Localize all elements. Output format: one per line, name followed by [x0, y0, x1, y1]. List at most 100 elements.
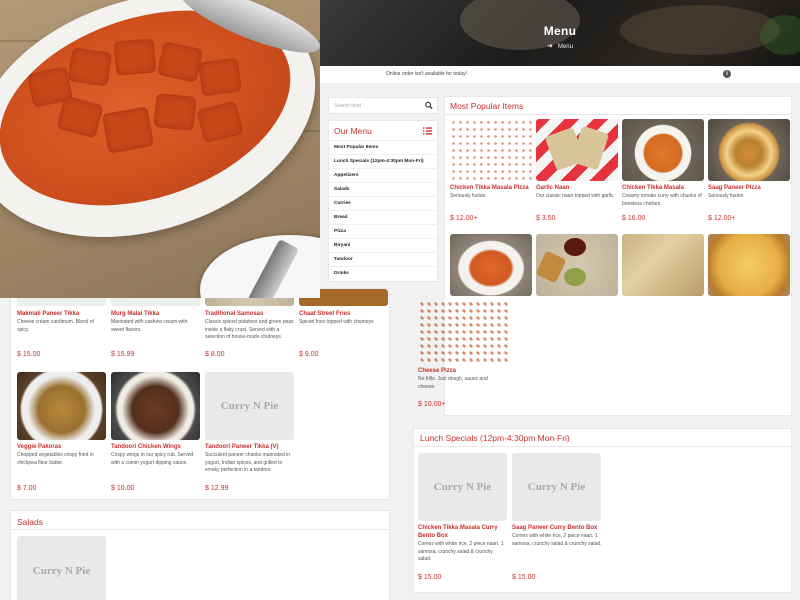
item-name[interactable]: Chicken Tikka Masala Pizza	[450, 184, 534, 192]
divider	[11, 529, 391, 530]
paneer-chunk	[197, 57, 243, 97]
item-desc: Comes with white rice, 2 piece naan, 1 s…	[512, 533, 602, 547]
item-name[interactable]: Veggie Pakoras	[17, 443, 105, 451]
item-name[interactable]: Chicken Tikka Masala Curry Bento Box	[418, 524, 508, 540]
item-image-placeholder[interactable]: Curry N Pie	[17, 536, 106, 600]
item-desc: Our classic naan topped with garlic	[536, 193, 614, 199]
menu-item-lunch-specials[interactable]: Lunch Specials (12pm-4:30pm Mon-Fri)	[329, 155, 437, 169]
category-menu: Our Menu Most Popular Items Lunch Specia…	[328, 120, 438, 282]
item-image-placeholder[interactable]: Curry N Pie	[205, 372, 294, 440]
item-desc: Chopped vegetables crispy fried in chick…	[17, 452, 94, 466]
arrow-right-icon: ➔	[547, 43, 553, 50]
list-icon[interactable]	[423, 127, 432, 135]
item-price: $ 3.50	[536, 215, 556, 222]
item-desc: Seriously fusion.	[708, 193, 745, 199]
item-name[interactable]: Cheese Pizza	[418, 367, 508, 375]
page: Makmali Paneer Tikka Cheese cream cardim…	[0, 0, 800, 600]
item-name[interactable]: Garlic Naan	[536, 184, 620, 192]
chutney-bowl	[564, 238, 586, 256]
item-price: $ 10.00	[111, 485, 135, 492]
lunch-specials-panel: Lunch Specials (12pm-4:30pm Mon-Fri) Cur…	[413, 428, 793, 593]
item-price: $ 7.00	[17, 485, 37, 492]
menu-header: Our Menu	[329, 121, 437, 141]
search-input[interactable]: Search food	[328, 97, 438, 114]
item-price: $ 9.00	[299, 351, 319, 358]
item-desc: Marinated with cashew cream with sweet f…	[111, 319, 188, 333]
item-price: $ 15.00	[17, 351, 41, 358]
item-image[interactable]	[111, 372, 200, 440]
search-icon[interactable]	[425, 101, 433, 110]
paneer-chunk	[113, 38, 157, 76]
item-price: $ 12.00+	[708, 215, 736, 222]
item-image[interactable]	[450, 234, 532, 296]
item-desc: Classic spiced potatoes and green peas i…	[205, 319, 294, 340]
item-desc: No frills. Just dough, sauce and cheese.	[418, 376, 488, 390]
appetizers-panel: Makmali Paneer Tikka Cheese cream cardim…	[10, 288, 390, 500]
salads-panel: Salads Curry N Pie	[10, 510, 391, 600]
item-price: $ 10.00+	[418, 401, 446, 408]
naan-piece	[570, 125, 610, 171]
item-name[interactable]: Chaat Street Fries	[299, 310, 387, 318]
item-price: $ 8.00	[205, 351, 225, 358]
item-image[interactable]	[450, 119, 532, 181]
divider	[414, 446, 793, 447]
menu-item-curries[interactable]: Curries	[329, 197, 437, 211]
item-price: $ 12.99	[205, 485, 229, 492]
notice-text: Online order isn't available for today!	[386, 71, 467, 77]
section-title: Salads	[17, 517, 43, 527]
item-image[interactable]	[708, 234, 790, 296]
item-image[interactable]	[17, 372, 106, 440]
menu-item-appetizers[interactable]: Appetizers	[329, 169, 437, 183]
item-name[interactable]: Makmali Paneer Tikka	[17, 310, 105, 318]
item-desc: Seriously fusion.	[450, 193, 487, 199]
menu-item-tandoor[interactable]: Tandoor	[329, 253, 437, 267]
paneer-chunk	[67, 47, 113, 87]
item-desc: Comes with white rice, 2 piece naan, 1 s…	[418, 541, 504, 562]
item-image[interactable]	[622, 234, 704, 296]
item-image[interactable]	[708, 119, 790, 181]
notice-bar: Online order isn't available for today! …	[320, 66, 800, 84]
divider	[445, 114, 793, 115]
paneer-chunk	[153, 93, 197, 131]
item-desc: Cheese cream cardimum. Blend of spicy.	[17, 319, 94, 333]
hero-food-photo	[0, 0, 320, 298]
item-image[interactable]	[536, 119, 618, 181]
page-title: Menu	[543, 24, 577, 38]
menu-item-most-popular[interactable]: Most Popular Items	[329, 141, 437, 155]
paneer-chunk	[101, 106, 155, 154]
item-image[interactable]	[536, 234, 618, 296]
item-price: $ 15.00	[418, 574, 442, 581]
menu-item-biryani[interactable]: Biryani	[329, 239, 437, 253]
item-desc: Succulent paneer chunks marinated in yog…	[205, 452, 291, 473]
header-banner: Menu ➔ Menu	[320, 0, 800, 66]
item-image[interactable]	[418, 300, 507, 364]
menu-item-salads[interactable]: Salads	[329, 183, 437, 197]
menu-item-drinks[interactable]: Drinks	[329, 267, 437, 281]
item-image[interactable]	[622, 119, 704, 181]
item-desc: Spiced fries topped with chutneys	[299, 319, 374, 325]
search-placeholder: Search food	[334, 103, 361, 109]
item-name[interactable]: Saag Paneer Curry Bento Box	[512, 524, 602, 532]
item-name[interactable]: Traditional Samosas	[205, 310, 293, 318]
item-name[interactable]: Saag Paneer Pizza	[708, 184, 792, 192]
item-name[interactable]: Chicken Tikka Masala	[622, 184, 706, 192]
breadcrumb: ➔ Menu	[320, 42, 800, 50]
item-price: $ 15.99	[111, 351, 135, 358]
info-icon[interactable]: i	[723, 70, 731, 78]
menu-item-bread[interactable]: Bread	[329, 211, 437, 225]
item-image-placeholder[interactable]: Curry N Pie	[418, 453, 507, 521]
item-desc: Creamy tomato curry with chunks of bonel…	[622, 193, 702, 207]
item-name[interactable]: Tandoori Chicken Wings	[111, 443, 199, 451]
section-title: Most Popular Items	[450, 101, 524, 111]
item-name[interactable]: Murg Malai Tikka	[111, 310, 199, 318]
chutney-bowl	[564, 268, 586, 286]
item-price: $ 16.00	[622, 215, 646, 222]
samosa-piece	[536, 250, 567, 284]
item-image-placeholder[interactable]: Curry N Pie	[512, 453, 601, 521]
item-desc: Crispy wings in our spicy rub. Served wi…	[111, 452, 194, 466]
menu-item-pizza[interactable]: Pizza	[329, 225, 437, 239]
item-name[interactable]: Tandoori Paneer Tikka (V)	[205, 443, 295, 451]
item-price: $ 15.00	[512, 574, 536, 581]
section-title: Lunch Specials (12pm-4:30pm Mon-Fri)	[420, 433, 570, 443]
breadcrumb-item[interactable]: Menu	[558, 44, 573, 50]
